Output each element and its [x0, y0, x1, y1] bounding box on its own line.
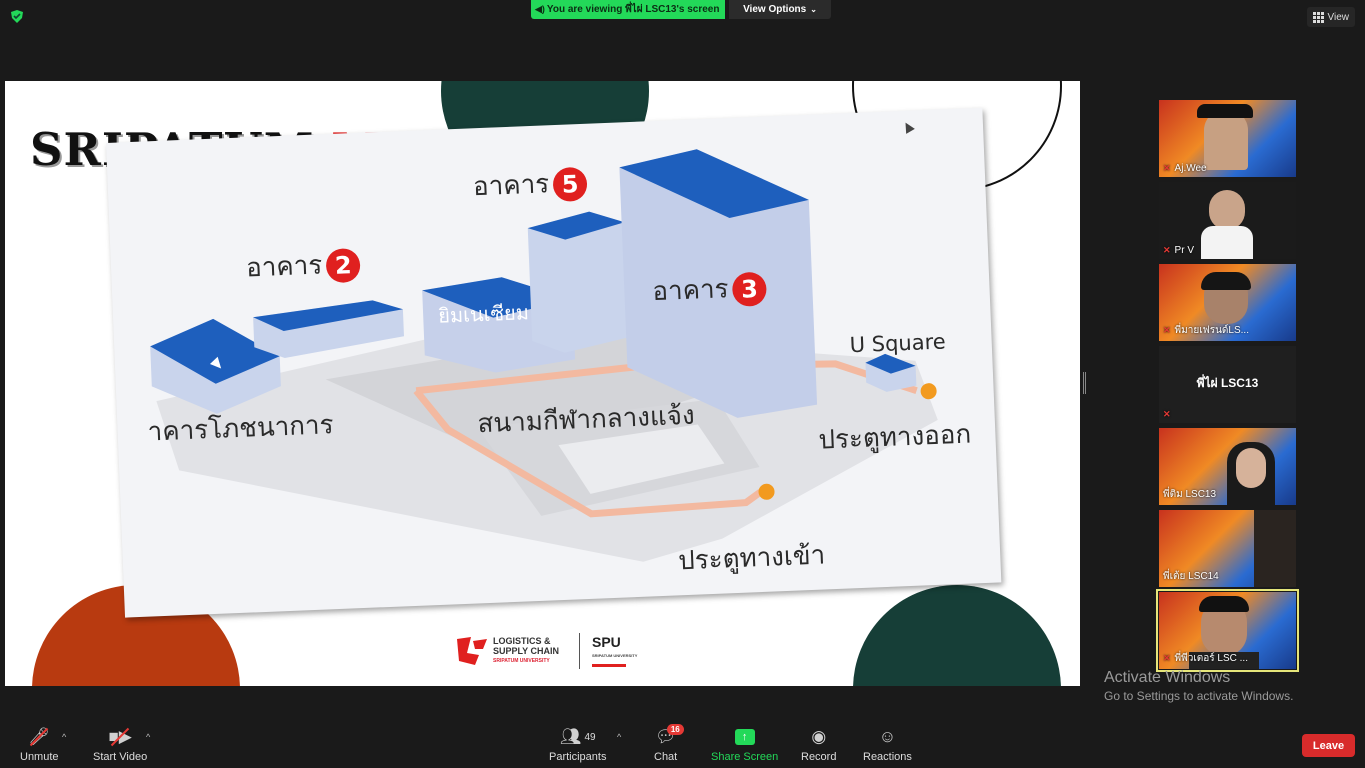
building-2-badge: 2 — [325, 247, 361, 283]
slide-footer-logos: LOGISTICS & SUPPLY CHAIN SRIPATUM UNIVER… — [455, 631, 645, 671]
video-options-caret[interactable]: ^ — [146, 732, 150, 742]
participant-tile[interactable]: พี่เต้ย LSC14 — [1159, 510, 1296, 587]
building-5-label: อาคาร 5 — [472, 162, 588, 208]
activation-subtitle: Go to Settings to activate Windows. — [1104, 689, 1294, 703]
meeting-top-bar: ◀) You are viewing พี่ไผ่ LSC13's screen… — [0, 0, 1365, 34]
participant-tile[interactable]: พี่ไผ่ LSC13 ✕ — [1159, 346, 1296, 423]
participant-center-name: พี่ไผ่ LSC13 — [1196, 376, 1259, 390]
participant-name: พี่ติม LSC13 — [1163, 489, 1217, 500]
start-video-label: Start Video — [93, 751, 148, 763]
lsc-small: SRIPATUM UNIVERSITY — [493, 658, 550, 664]
mic-muted-icon: ✕ — [1163, 409, 1171, 419]
mic-muted-icon: ✕ — [1163, 653, 1171, 663]
spu-small: SRIPATUM UNIVERSITY — [592, 652, 638, 658]
record-icon: ◉ — [811, 727, 827, 746]
u-square-label: U Square — [849, 329, 947, 358]
canteen-label: าคารโภชนาการ — [147, 410, 335, 448]
participants-icon: 👥︎ — [559, 727, 582, 746]
share-screen-label: Share Screen — [711, 751, 779, 763]
mic-muted-icon: ✕ — [1163, 245, 1171, 255]
microphone-muted-icon: 🎤︎ — [28, 726, 50, 748]
exit-gate-label: ประตูทางออก — [817, 419, 972, 456]
mic-muted-icon: ✕ — [1163, 163, 1171, 173]
participant-tile[interactable]: ✕ พี่มายเฟรนด์LS... — [1159, 264, 1296, 341]
participants-count: 49 — [584, 731, 596, 743]
chat-button[interactable]: 💬︎ 16 Chat — [654, 724, 684, 763]
chat-label: Chat — [654, 751, 678, 763]
participant-tile[interactable]: ✕ Aj.Wee — [1159, 100, 1296, 177]
participants-label: Participants — [549, 751, 607, 763]
record-button[interactable]: ◉ Record — [801, 726, 836, 763]
building-3-badge: 3 — [731, 271, 768, 307]
activation-title: Activate Windows — [1104, 669, 1231, 686]
speaker-icon: ◀) — [535, 4, 545, 14]
lsc-logo-icon — [455, 635, 489, 667]
record-label: Record — [801, 751, 837, 763]
logo-divider — [579, 633, 580, 669]
participants-options-caret[interactable]: ^ — [617, 732, 621, 742]
reactions-button[interactable]: ☺ Reactions — [863, 726, 912, 763]
leave-button[interactable]: Leave — [1302, 734, 1355, 757]
chevron-down-icon: ⌄ — [810, 5, 817, 14]
shield-icon[interactable] — [11, 10, 23, 23]
lsc-line1: LOGISTICS & — [493, 636, 551, 646]
view-layout-label: View — [1327, 11, 1350, 23]
smiley-icon: ☺ — [878, 727, 897, 746]
windows-activation-watermark: Activate Windows Go to Settings to activ… — [1104, 669, 1293, 703]
unmute-button[interactable]: 🎤︎ Unmute — [20, 726, 59, 763]
shared-screen[interactable]: SRIPATUM MAP — [5, 81, 1080, 686]
reactions-label: Reactions — [863, 751, 912, 763]
unmute-label: Unmute — [20, 751, 59, 763]
grid-icon — [1312, 11, 1324, 23]
view-options-button[interactable]: View Options ⌄ — [729, 0, 831, 19]
share-screen-button[interactable]: ↑ Share Screen — [711, 726, 778, 763]
lsc-logo-text: LOGISTICS & SUPPLY CHAIN SRIPATUM UNIVER… — [493, 636, 571, 666]
view-options-label: View Options — [743, 4, 807, 15]
panel-resize-handle[interactable] — [1083, 372, 1086, 394]
meeting-controls-bar: 🎤︎ Unmute ^ ■▶ Start Video ^ 👥︎49 Partic… — [0, 718, 1365, 768]
lsc-line2: SUPPLY CHAIN — [493, 646, 560, 656]
gym-label: ยิมเนเซียม — [437, 300, 530, 328]
entrance-gate-label: ประตูทางเข้า — [677, 540, 826, 577]
building-5-badge: 5 — [552, 166, 588, 202]
campus-map: อาคาร 2 อาคาร 5 อาคาร 3 ยิมเนเซียม าคารโภชน… — [106, 107, 1002, 618]
participant-name: พี่เต้ย LSC14 — [1163, 571, 1219, 582]
spu-logo: SPU SRIPATUM UNIVERSITY — [592, 633, 638, 667]
spu-text: SPU — [592, 633, 621, 650]
chat-unread-badge: 16 — [666, 724, 684, 735]
participant-name: พี่พีวเตอร์ LSC ... — [1174, 653, 1248, 664]
participant-name: Aj.Wee — [1174, 163, 1207, 174]
viewing-text: You are viewing พี่ไผ่ LSC13's screen — [546, 4, 720, 15]
participant-tile[interactable]: ✕ Pr V — [1159, 182, 1296, 259]
participant-tile[interactable]: พี่ติม LSC13 — [1159, 428, 1296, 505]
participant-name: พี่มายเฟรนด์LS... — [1174, 325, 1249, 336]
participants-button[interactable]: 👥︎ 49 Participants — [549, 726, 606, 763]
viewing-screen-banner: ◀) You are viewing พี่ไผ่ LSC13's screen — [531, 0, 726, 19]
chat-icon: 💬︎ 16 — [655, 724, 684, 748]
video-camera-off-icon: ■▶ — [108, 726, 132, 748]
participant-name: Pr V — [1174, 245, 1194, 256]
building-2-label: อาคาร 2 — [245, 243, 361, 289]
audio-options-caret[interactable]: ^ — [62, 732, 66, 742]
field-label: สนามกีฬากลางแจ้ง — [476, 400, 696, 440]
participant-tile-active-speaker[interactable]: ✕ พี่พีวเตอร์ LSC ... — [1156, 589, 1299, 672]
building-3-label: อาคาร 3 — [652, 267, 768, 313]
start-video-button[interactable]: ■▶ Start Video — [93, 726, 147, 763]
share-screen-icon: ↑ — [734, 729, 755, 745]
view-layout-button[interactable]: View — [1306, 7, 1355, 27]
mic-muted-icon: ✕ — [1163, 325, 1171, 335]
